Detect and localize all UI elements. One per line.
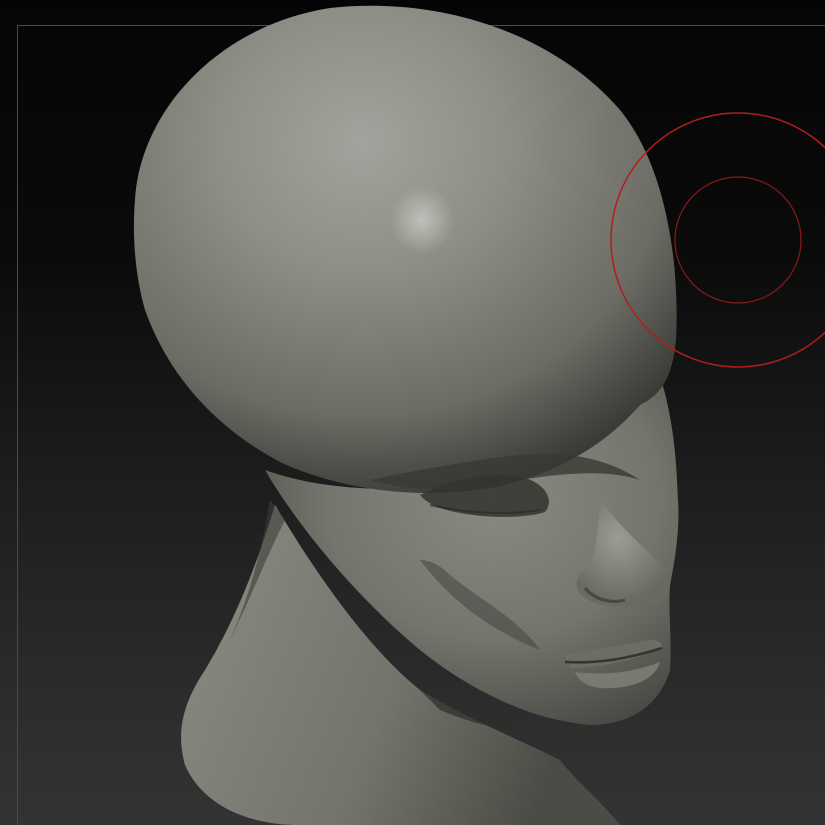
brush-inner-ring: [674, 176, 802, 304]
sculpt-viewport[interactable]: [0, 0, 825, 825]
cranium-mesh: [133, 5, 677, 493]
viewport-scene[interactable]: [0, 0, 825, 825]
specular-highlight: [390, 186, 454, 254]
